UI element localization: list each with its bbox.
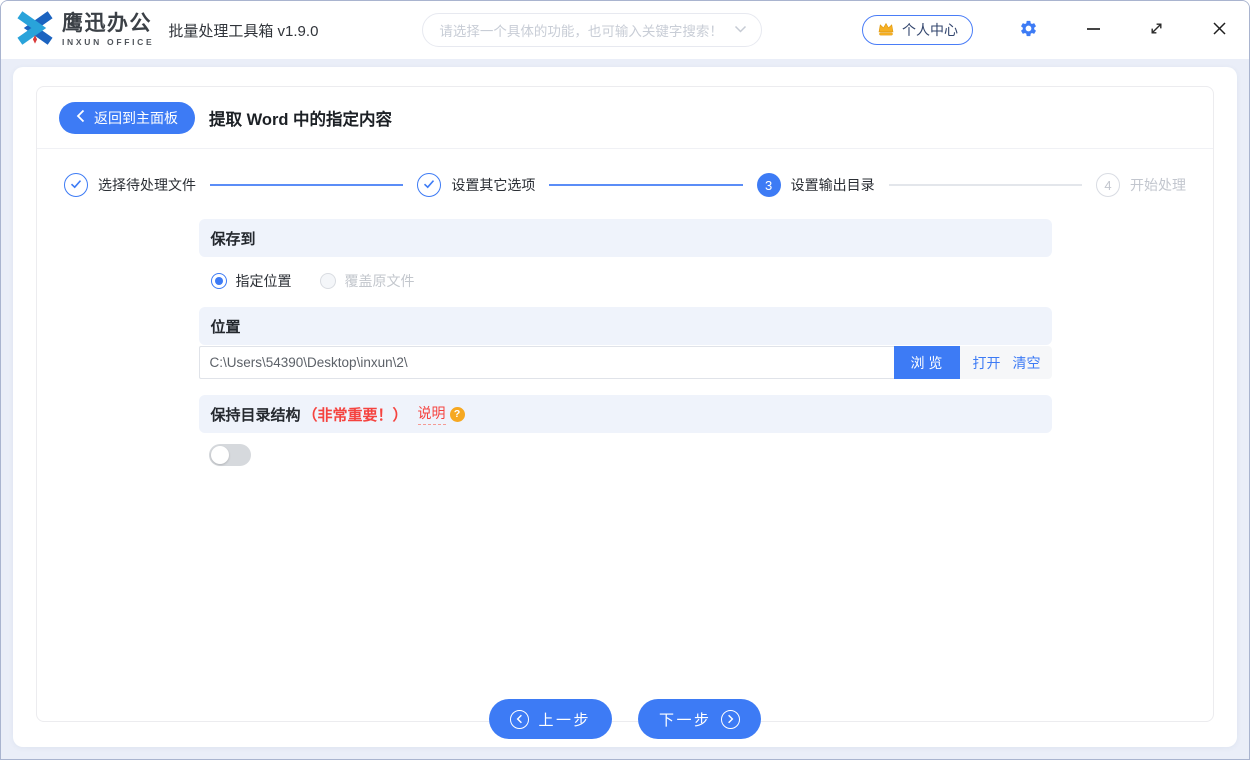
step-1-circle xyxy=(64,173,88,197)
radio-specified-label: 指定位置 xyxy=(235,273,292,289)
step-3-label: 设置输出目录 xyxy=(790,177,875,193)
check-icon xyxy=(70,176,82,194)
panel-header: 返回到主面板 提取 Word 中的指定内容 xyxy=(37,87,1213,149)
wizard-footer: 上一步 下一步 xyxy=(13,699,1237,739)
close-button[interactable] xyxy=(1210,19,1229,41)
function-search-select[interactable]: 请选择一个具体的功能，也可输入关键字搜索！ xyxy=(422,13,763,47)
radio-specified-location[interactable]: 指定位置 xyxy=(210,271,292,291)
back-button[interactable]: 返回到主面板 xyxy=(59,101,195,134)
prev-button-label: 上一步 xyxy=(538,711,591,729)
clear-link[interactable]: 清空 xyxy=(1013,353,1041,373)
back-button-label: 返回到主面板 xyxy=(94,109,178,126)
main-card: 返回到主面板 提取 Word 中的指定内容 选择待处理文件 设置其它选项 3 设… xyxy=(13,67,1237,747)
chevron-down-icon xyxy=(734,21,747,39)
chevron-right-circle-icon xyxy=(720,709,740,729)
next-button[interactable]: 下一步 xyxy=(638,699,761,739)
section-header-location: 位置 xyxy=(198,307,1052,345)
step-output-dir: 3 设置输出目录 xyxy=(756,173,875,197)
radio-unselected-icon xyxy=(319,273,336,289)
app-logo: 鹰迅办公 INXUN OFFICE xyxy=(15,10,155,50)
chevron-left-icon xyxy=(76,109,85,126)
browse-button[interactable]: 浏 览 xyxy=(893,346,960,379)
logo-mark-icon xyxy=(15,10,55,50)
prev-button[interactable]: 上一步 xyxy=(489,699,612,739)
page-title: 提取 Word 中的指定内容 xyxy=(209,110,393,129)
path-link-area: 打开 清空 xyxy=(959,346,1052,379)
radio-selected-icon xyxy=(210,273,227,289)
radio-overwrite-original[interactable]: 覆盖原文件 xyxy=(319,271,415,291)
steps-bar: 选择待处理文件 设置其它选项 3 设置输出目录 4 开始处理 xyxy=(37,173,1213,197)
section-header-keep-structure: 保持目录结构 （非常重要！） 说明 ? xyxy=(198,395,1052,433)
step-connector xyxy=(549,184,743,186)
chevron-left-circle-icon xyxy=(510,709,530,729)
step-select-files: 选择待处理文件 xyxy=(64,173,196,197)
resize-icon xyxy=(1149,21,1164,39)
toggle-knob xyxy=(210,446,229,464)
minimize-icon xyxy=(1086,21,1101,39)
check-icon xyxy=(423,176,435,194)
user-center-label: 个人中心 xyxy=(902,22,958,38)
output-form: 保存到 指定位置 覆盖原文件 位置 浏 xyxy=(198,219,1052,471)
app-title: 批量处理工具箱 v1.9.0 xyxy=(168,22,319,40)
step-2-circle xyxy=(417,173,442,197)
save-to-options: 指定位置 覆盖原文件 xyxy=(199,268,1052,294)
resize-button[interactable] xyxy=(1147,19,1166,41)
location-input-row: 浏 览 打开 清空 xyxy=(198,346,1052,379)
step-4-circle: 4 xyxy=(1095,173,1120,197)
search-placeholder: 请选择一个具体的功能，也可输入关键字搜索！ xyxy=(439,24,723,39)
crown-icon xyxy=(877,21,895,40)
close-icon xyxy=(1212,21,1227,39)
step-1-label: 选择待处理文件 xyxy=(98,177,196,193)
gear-icon xyxy=(1019,19,1038,41)
content-panel: 返回到主面板 提取 Word 中的指定内容 选择待处理文件 设置其它选项 3 设… xyxy=(36,86,1214,722)
question-badge-icon[interactable]: ? xyxy=(449,406,465,422)
help-link[interactable]: 说明 xyxy=(417,403,446,425)
step-3-circle: 3 xyxy=(756,173,781,197)
keep-structure-toggle-row xyxy=(199,444,1052,471)
keep-structure-toggle[interactable] xyxy=(208,444,251,466)
step-2-label: 设置其它选项 xyxy=(451,177,536,193)
next-button-label: 下一步 xyxy=(659,711,712,729)
step-connector xyxy=(210,184,404,186)
minimize-button[interactable] xyxy=(1084,19,1103,41)
open-link[interactable]: 打开 xyxy=(973,353,1001,373)
step-connector xyxy=(888,184,1082,186)
radio-overwrite-label: 覆盖原文件 xyxy=(344,273,415,289)
step-start-process: 4 开始处理 xyxy=(1095,173,1186,197)
step-4-label: 开始处理 xyxy=(1129,177,1186,193)
logo-title: 鹰迅办公 xyxy=(62,11,152,35)
app-window: 鹰迅办公 INXUN OFFICE 批量处理工具箱 v1.9.0 请选择一个具体… xyxy=(0,0,1250,760)
topbar-actions: 个人中心 xyxy=(862,15,1229,45)
important-note: （非常重要！） xyxy=(302,406,408,424)
user-center-button[interactable]: 个人中心 xyxy=(862,15,973,45)
section-header-save-to: 保存到 xyxy=(198,219,1052,257)
path-input[interactable] xyxy=(198,346,894,379)
logo-subtitle: INXUN OFFICE xyxy=(62,37,155,48)
step-other-options: 设置其它选项 xyxy=(417,173,535,197)
settings-button[interactable] xyxy=(1017,17,1040,43)
topbar: 鹰迅办公 INXUN OFFICE 批量处理工具箱 v1.9.0 请选择一个具体… xyxy=(1,1,1249,59)
